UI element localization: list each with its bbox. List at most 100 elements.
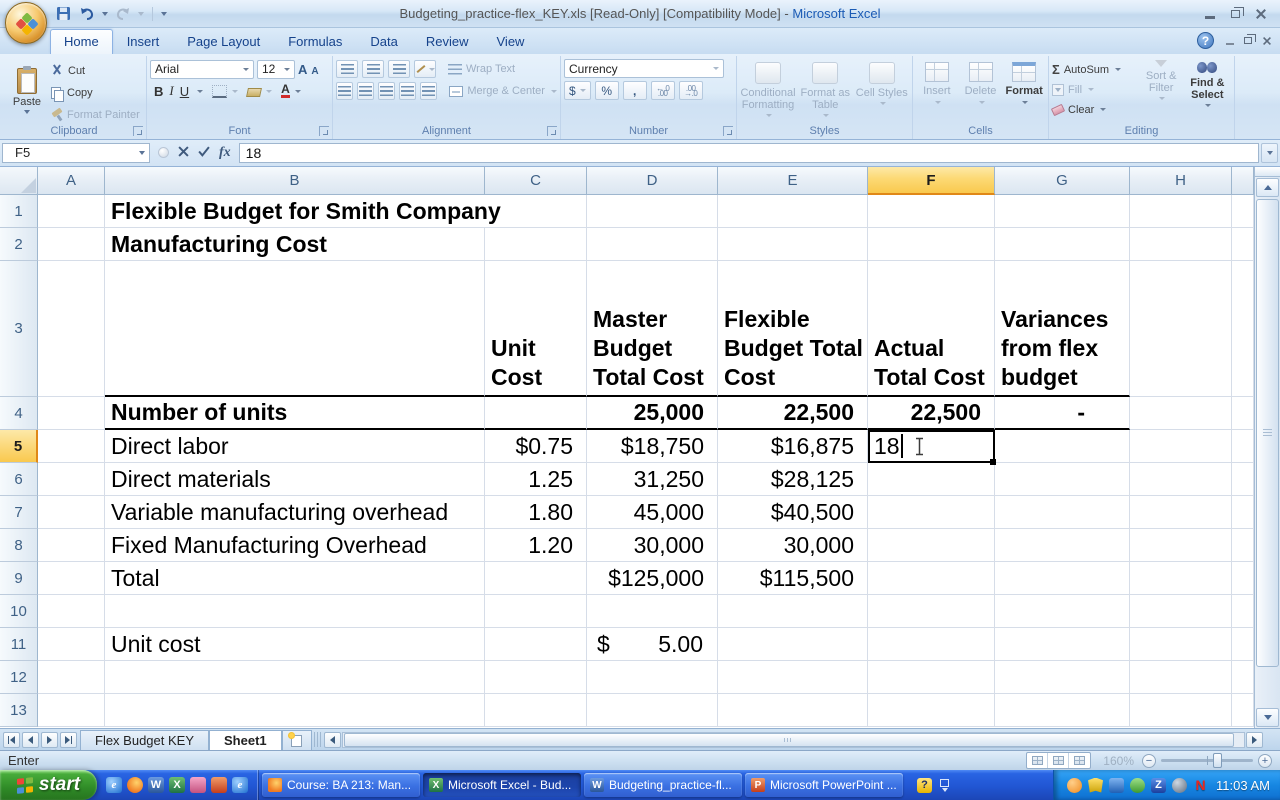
- cell-F6[interactable]: [868, 463, 995, 496]
- cell-F4[interactable]: 22,500: [868, 397, 995, 430]
- sort-filter-button[interactable]: Sort & Filter: [1139, 58, 1184, 123]
- cell-E10[interactable]: [718, 595, 868, 628]
- cell-B10[interactable]: [105, 595, 485, 628]
- cell-E7[interactable]: $40,500: [718, 496, 868, 529]
- excel-icon[interactable]: X: [169, 777, 185, 793]
- vertical-scroll-thumb[interactable]: [1256, 199, 1279, 667]
- help-notification-icon[interactable]: ?: [917, 778, 932, 793]
- cell-F9[interactable]: [868, 562, 995, 595]
- orientation-button[interactable]: [414, 60, 436, 78]
- cell-G6[interactable]: [995, 463, 1130, 496]
- cell-D3[interactable]: Master Budget Total Cost: [587, 261, 718, 397]
- cell-D11[interactable]: $5.00: [587, 628, 718, 661]
- cell-B1[interactable]: Flexible Budget for Smith Company: [105, 195, 485, 228]
- cell-C2[interactable]: [485, 228, 587, 261]
- underline-button[interactable]: U: [180, 84, 189, 99]
- split-handle[interactable]: [1255, 167, 1280, 177]
- percent-style-button[interactable]: %: [595, 81, 619, 100]
- cell-C10[interactable]: [485, 595, 587, 628]
- redo-button[interactable]: [114, 5, 132, 23]
- delete-cells-button[interactable]: Delete: [960, 60, 1002, 106]
- col-header-F[interactable]: F: [868, 167, 995, 195]
- cell-C7[interactable]: 1.80: [485, 496, 587, 529]
- number-format-select[interactable]: Currency: [564, 59, 724, 78]
- tab-home[interactable]: Home: [50, 29, 113, 54]
- restore-icon[interactable]: [1231, 10, 1240, 18]
- tab-split-handle[interactable]: [314, 732, 321, 747]
- cell-A2[interactable]: [38, 228, 105, 261]
- align-middle-button[interactable]: [362, 60, 384, 78]
- paste-dropdown-icon[interactable]: [24, 110, 30, 114]
- cell-B4[interactable]: Number of units: [105, 397, 485, 430]
- cell-B13[interactable]: [105, 694, 485, 727]
- vertical-scrollbar[interactable]: [1254, 167, 1280, 728]
- cell-C13[interactable]: [485, 694, 587, 727]
- row-header-5[interactable]: 5: [0, 430, 38, 463]
- cell-F10[interactable]: [868, 595, 995, 628]
- cell-E11[interactable]: [718, 628, 868, 661]
- cell-A1[interactable]: [38, 195, 105, 228]
- volume-tray-icon[interactable]: [1172, 778, 1187, 793]
- horizontal-scrollbar[interactable]: [324, 731, 1263, 748]
- tab-data[interactable]: Data: [356, 29, 411, 54]
- cell-H1[interactable]: [1130, 195, 1232, 228]
- cell-H3[interactable]: [1130, 261, 1232, 397]
- internet-explorer2-icon[interactable]: e: [232, 777, 248, 793]
- cell-B6[interactable]: Direct materials: [105, 463, 485, 496]
- font-size-select[interactable]: 12: [257, 60, 295, 79]
- cell-H6[interactable]: [1130, 463, 1232, 496]
- row-header-11[interactable]: 11: [0, 628, 38, 661]
- cell-E13[interactable]: [718, 694, 868, 727]
- name-box[interactable]: F5: [2, 143, 150, 163]
- cell-G3[interactable]: Variances from flex budget: [995, 261, 1130, 397]
- cell-E12[interactable]: [718, 661, 868, 694]
- copy-button[interactable]: Copy: [49, 84, 142, 102]
- alignment-dialog-launcher[interactable]: [547, 126, 557, 136]
- cell-B3[interactable]: [105, 261, 485, 397]
- next-sheet-button[interactable]: [41, 732, 58, 748]
- col-header-E[interactable]: E: [718, 167, 868, 195]
- cell-E3[interactable]: Flexible Budget Total Cost: [718, 261, 868, 397]
- scroll-right-button[interactable]: [1246, 732, 1263, 748]
- redo-dropdown-icon[interactable]: [138, 12, 144, 16]
- number-dialog-launcher[interactable]: [723, 126, 733, 136]
- cell-D8[interactable]: 30,000: [587, 529, 718, 562]
- fill-handle[interactable]: [990, 459, 996, 465]
- cell-F1[interactable]: [868, 195, 995, 228]
- undo-dropdown-icon[interactable]: [102, 12, 108, 16]
- cell-C12[interactable]: [485, 661, 587, 694]
- decrease-decimal-button[interactable]: .00→.0: [679, 81, 703, 100]
- wrap-text-button[interactable]: Wrap Text: [440, 63, 515, 75]
- cell-F12[interactable]: [868, 661, 995, 694]
- underline-dropdown-icon[interactable]: [197, 90, 203, 93]
- font-dialog-launcher[interactable]: [319, 126, 329, 136]
- cell-E2[interactable]: [718, 228, 868, 261]
- row-header-12[interactable]: 12: [0, 661, 38, 694]
- update-tray-icon[interactable]: [1130, 778, 1145, 793]
- start-button[interactable]: start: [0, 770, 97, 800]
- cell-styles-button[interactable]: Cell Styles: [855, 60, 910, 107]
- format-as-table-button[interactable]: Format as Table: [798, 60, 853, 119]
- cancel-entry-button[interactable]: [178, 144, 189, 162]
- first-sheet-button[interactable]: [3, 732, 20, 748]
- grow-font-button[interactable]: A: [298, 62, 307, 77]
- cell-B9[interactable]: Total: [105, 562, 485, 595]
- format-cells-button[interactable]: Format: [1003, 60, 1045, 106]
- font-color-dropdown-icon[interactable]: [295, 90, 301, 93]
- key-app-icon[interactable]: [190, 777, 206, 793]
- cell-D12[interactable]: [587, 661, 718, 694]
- paste-button[interactable]: Paste: [5, 58, 49, 124]
- expand-formula-bar-button[interactable]: [1261, 143, 1278, 163]
- cell-D4[interactable]: 25,000: [587, 397, 718, 430]
- customize-qat-icon[interactable]: [161, 12, 167, 16]
- cell-H4[interactable]: [1130, 397, 1232, 430]
- cell-G4[interactable]: -: [995, 397, 1130, 430]
- enter-entry-button[interactable]: [198, 144, 210, 162]
- row-header-4[interactable]: 4: [0, 397, 38, 430]
- network-tray-icon[interactable]: [1109, 778, 1124, 793]
- normal-view-button[interactable]: [1027, 753, 1048, 768]
- clipboard-dialog-launcher[interactable]: [133, 126, 143, 136]
- tab-view[interactable]: View: [483, 29, 539, 54]
- font-color-button[interactable]: A: [281, 84, 290, 98]
- hidden-icons-toggle[interactable]: [940, 779, 949, 792]
